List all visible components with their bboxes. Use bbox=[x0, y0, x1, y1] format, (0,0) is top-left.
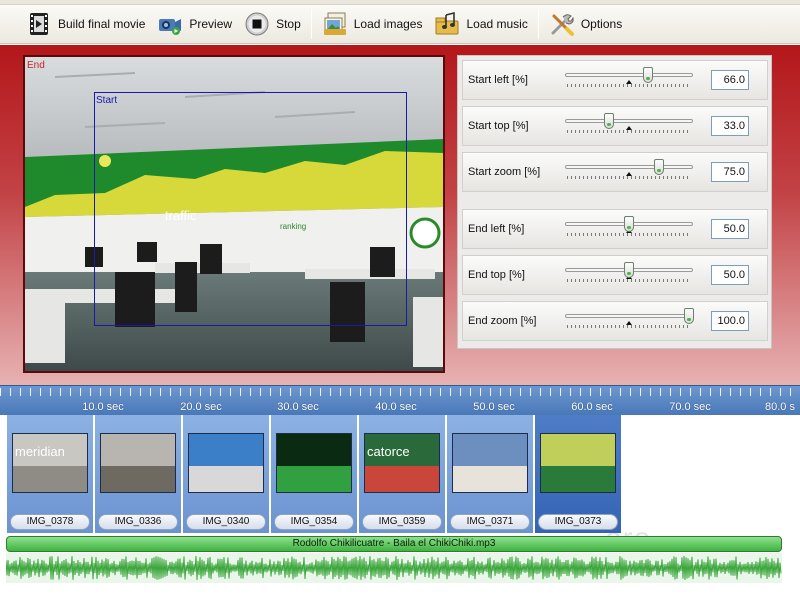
timeline-clip[interactable]: IMG_0354 bbox=[271, 415, 358, 533]
start-zoom-row: Start zoom [%] 75.0 bbox=[462, 152, 768, 192]
timeline-clip[interactable]: IMG_0340 bbox=[183, 415, 270, 533]
timeline-clip[interactable]: IMG_0336 bbox=[95, 415, 182, 533]
end-zoom-slider[interactable] bbox=[563, 306, 695, 336]
end-left-value[interactable]: 50.0 bbox=[711, 219, 749, 239]
slider-thumb[interactable] bbox=[603, 113, 614, 129]
options-label: Options bbox=[580, 17, 623, 31]
ruler-label: 30.0 sec bbox=[277, 401, 319, 413]
ruler-label: 20.0 sec bbox=[180, 401, 222, 413]
preview-button[interactable]: Preview bbox=[151, 8, 238, 40]
slider-thumb[interactable] bbox=[624, 262, 634, 278]
end-left-slider[interactable] bbox=[563, 214, 695, 244]
build-final-movie-button[interactable]: Build final movie bbox=[20, 8, 151, 40]
clip-name: IMG_0378 bbox=[10, 514, 90, 530]
film-icon bbox=[26, 11, 52, 37]
timeline-clip[interactable]: IMG_0373 bbox=[535, 415, 622, 533]
clip-thumbnail bbox=[188, 433, 264, 493]
timeline-clip[interactable]: IMG_0371 bbox=[447, 415, 534, 533]
start-zoom-label: Start zoom [%] bbox=[468, 166, 541, 178]
end-top-label: End top [%] bbox=[468, 269, 525, 281]
options-button[interactable]: Options bbox=[543, 8, 628, 40]
slider-thumb[interactable] bbox=[643, 67, 654, 83]
start-left-slider[interactable] bbox=[563, 65, 695, 95]
start-top-label: Start top [%] bbox=[468, 120, 529, 132]
end-left-row: End left [%] 50.0 bbox=[462, 209, 768, 249]
timeline: 10.0 sec 20.0 sec 30.0 sec 40.0 sec 50.0… bbox=[0, 385, 800, 600]
load-images-label: Load images bbox=[353, 17, 423, 31]
load-images-button[interactable]: Load images bbox=[316, 8, 429, 40]
start-zoom-value[interactable]: 75.0 bbox=[711, 162, 749, 182]
start-zoom-slider[interactable] bbox=[563, 157, 695, 187]
end-top-slider[interactable] bbox=[563, 260, 695, 290]
load-music-button[interactable]: Load music bbox=[428, 8, 533, 40]
clip-thumbnail-text: meridian bbox=[15, 444, 65, 459]
clip-thumbnail bbox=[540, 433, 616, 493]
ruler-label: 50.0 sec bbox=[473, 401, 515, 413]
start-left-row: Start left [%] 66.0 bbox=[462, 60, 768, 100]
ruler-label: 40.0 sec bbox=[375, 401, 417, 413]
end-zoom-label: End zoom [%] bbox=[468, 315, 537, 327]
start-frame-rect[interactable] bbox=[94, 92, 407, 326]
audio-waveform bbox=[6, 553, 782, 583]
preview-label: Preview bbox=[189, 17, 233, 31]
start-top-slider[interactable] bbox=[563, 111, 695, 141]
clip-name: IMG_0340 bbox=[186, 514, 266, 530]
end-left-label: End left [%] bbox=[468, 223, 525, 235]
end-frame-label: End bbox=[27, 60, 45, 71]
clip-thumbnail: meridian bbox=[12, 433, 88, 493]
time-ruler[interactable]: 10.0 sec 20.0 sec 30.0 sec 40.0 sec 50.0… bbox=[0, 385, 800, 415]
stop-button[interactable]: Stop bbox=[238, 8, 307, 40]
waveform-path bbox=[6, 556, 782, 580]
clip-name: IMG_0359 bbox=[362, 514, 442, 530]
clip-thumbnail-text: catorce bbox=[367, 444, 410, 459]
toolbar-separator bbox=[310, 9, 312, 39]
stop-icon bbox=[244, 11, 270, 37]
clip-thumbnail bbox=[452, 433, 528, 493]
waveform-graphic bbox=[6, 556, 782, 580]
audio-track[interactable]: Rodolfo Chikilicuatre - Baila el ChikiCh… bbox=[6, 536, 782, 552]
start-top-row: Start top [%] 33.0 bbox=[462, 106, 768, 146]
image-preview[interactable]: traffic ranking End Start bbox=[23, 55, 445, 373]
start-frame-label: Start bbox=[96, 95, 118, 106]
build-final-movie-label: Build final movie bbox=[58, 17, 146, 31]
motion-editor: traffic ranking End Start Start left [%]… bbox=[0, 45, 800, 385]
tools-icon bbox=[549, 11, 575, 37]
toolbar: Build final movie Preview Stop Load imag… bbox=[0, 5, 800, 44]
stop-label: Stop bbox=[276, 17, 301, 31]
start-top-value[interactable]: 33.0 bbox=[711, 116, 749, 136]
slider-thumb[interactable] bbox=[654, 159, 664, 175]
ruler-label: 10.0 sec bbox=[82, 401, 124, 413]
image-strip: ere meridianIMG_0378IMG_0336IMG_0340IMG_… bbox=[0, 415, 650, 555]
images-icon bbox=[322, 11, 348, 37]
ruler-label: 80.0 s bbox=[765, 401, 795, 413]
music-folder-icon bbox=[434, 11, 460, 37]
clip-thumbnail bbox=[276, 433, 352, 493]
ruler-label: 70.0 sec bbox=[669, 401, 711, 413]
camcorder-icon bbox=[157, 11, 183, 37]
motion-settings-panel: Start left [%] 66.0 Start top [%] 33.0 S… bbox=[457, 55, 772, 349]
slider-thumb[interactable] bbox=[624, 216, 634, 232]
end-top-row: End top [%] 50.0 bbox=[462, 255, 768, 295]
end-top-value[interactable]: 50.0 bbox=[711, 265, 749, 285]
ruler-label: 60.0 sec bbox=[571, 401, 613, 413]
start-left-label: Start left [%] bbox=[468, 74, 528, 86]
timeline-clip[interactable]: meridian IMG_0378 bbox=[7, 415, 94, 533]
end-zoom-row: End zoom [%] 100.0 bbox=[462, 301, 768, 341]
timeline-clip[interactable]: catorce IMG_0359 bbox=[359, 415, 446, 533]
slider-thumb[interactable] bbox=[684, 308, 694, 324]
start-left-value[interactable]: 66.0 bbox=[711, 70, 749, 90]
end-zoom-value[interactable]: 100.0 bbox=[711, 311, 749, 331]
clip-name: IMG_0354 bbox=[274, 514, 354, 530]
clip-name: IMG_0373 bbox=[538, 514, 618, 530]
clip-name: IMG_0371 bbox=[450, 514, 530, 530]
load-music-label: Load music bbox=[466, 17, 528, 31]
toolbar-separator bbox=[537, 9, 539, 39]
clip-thumbnail bbox=[100, 433, 176, 493]
clip-thumbnail: catorce bbox=[364, 433, 440, 493]
clip-name: IMG_0336 bbox=[98, 514, 178, 530]
